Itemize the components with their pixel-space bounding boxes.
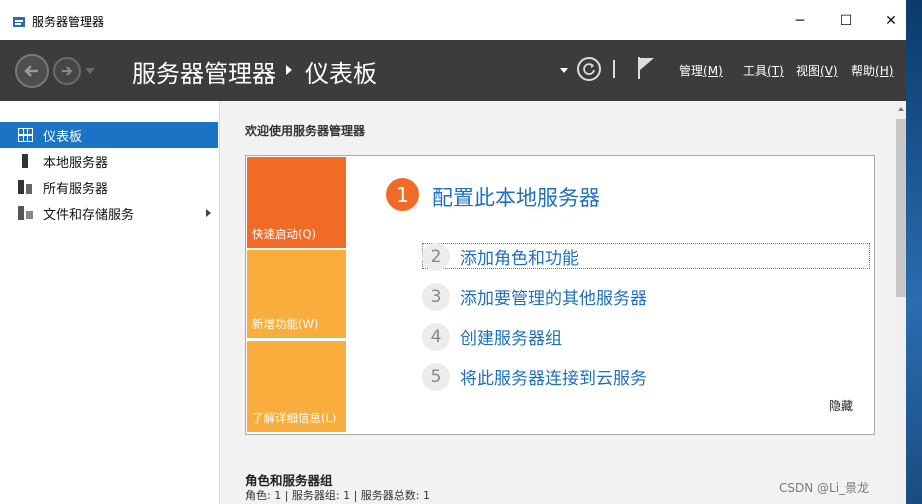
dashboard-content: 欢迎使用服务器管理器 快速启动(Q) 新增功能(W) 了解详细信息(L) 1 配… bbox=[220, 101, 896, 504]
step-number-badge: 2 bbox=[422, 243, 450, 271]
sidebar-item-file-storage[interactable]: 文件和存储服务 bbox=[0, 200, 218, 226]
close-button[interactable]: ✕ bbox=[876, 8, 906, 34]
maximize-icon: ☐ bbox=[839, 13, 853, 29]
hide-link[interactable]: 隐藏 bbox=[829, 397, 853, 414]
step-number-badge: 1 bbox=[386, 178, 419, 211]
scroll-up-icon[interactable] bbox=[898, 107, 904, 111]
refresh-dropdown-icon[interactable] bbox=[560, 68, 568, 73]
header-divider bbox=[613, 60, 615, 78]
forward-button[interactable] bbox=[53, 57, 81, 85]
step-link[interactable]: 创建服务器组 bbox=[460, 324, 562, 349]
back-button[interactable] bbox=[15, 54, 49, 88]
refresh-icon bbox=[583, 63, 595, 75]
step-number-badge: 4 bbox=[422, 323, 450, 351]
server-manager-app-icon bbox=[13, 17, 25, 27]
maximize-button[interactable]: ☐ bbox=[831, 8, 861, 34]
tile-quick-start[interactable]: 快速启动(Q) bbox=[247, 157, 346, 248]
sidebar-item-label: 所有服务器 bbox=[43, 181, 109, 197]
menu-tools[interactable]: 工具(T) bbox=[743, 62, 784, 79]
sidebar-item-dashboard[interactable]: 仪表板 bbox=[0, 122, 218, 148]
storage-icon bbox=[18, 206, 33, 220]
welcome-title: 欢迎使用服务器管理器 bbox=[245, 124, 366, 138]
server-icon bbox=[22, 154, 28, 168]
menu-help[interactable]: 帮助(H) bbox=[851, 62, 893, 79]
server-manager-window: 服务器管理器 ─ ☐ ✕ 服务器管理器 仪表板 管理(M) 工具(T) 视图(V… bbox=[0, 0, 906, 504]
desktop-background bbox=[906, 0, 922, 504]
step-link[interactable]: 将此服务器连接到云服务 bbox=[460, 364, 647, 389]
sidebar-item-all-servers[interactable]: 所有服务器 bbox=[0, 174, 218, 200]
servers-icon bbox=[18, 180, 32, 194]
expand-arrow-icon[interactable] bbox=[206, 209, 211, 217]
tile-label: 了解详细信息(L) bbox=[252, 411, 337, 425]
title-bar: 服务器管理器 ─ ☐ ✕ bbox=[0, 0, 906, 40]
close-icon: ✕ bbox=[885, 13, 897, 29]
tile-learn-more[interactable]: 了解详细信息(L) bbox=[247, 341, 346, 432]
breadcrumb-root[interactable]: 服务器管理器 bbox=[132, 54, 276, 89]
step-link[interactable]: 添加要管理的其他服务器 bbox=[460, 284, 647, 309]
history-dropdown-icon[interactable] bbox=[85, 68, 95, 74]
step-number-badge: 5 bbox=[422, 363, 450, 391]
watermark: CSDN @Li_景龙 bbox=[779, 481, 870, 495]
navigation-sidebar: 仪表板 本地服务器 所有服务器 文件和存储服务 bbox=[0, 101, 220, 504]
tile-label: 新增功能(W) bbox=[252, 317, 319, 331]
flag-icon[interactable] bbox=[636, 56, 656, 80]
breadcrumb-separator-icon bbox=[286, 65, 292, 75]
breadcrumb-current: 仪表板 bbox=[305, 60, 377, 88]
forward-arrow-icon bbox=[62, 66, 73, 76]
roles-summary: 角色: 1 | 服务器组: 1 | 服务器总数: 1 bbox=[245, 489, 431, 502]
vertical-scrollbar[interactable] bbox=[896, 101, 906, 504]
minimize-icon: ─ bbox=[795, 13, 805, 29]
step-link[interactable]: 添加角色和功能 bbox=[460, 244, 579, 269]
configure-local-server-link[interactable]: 配置此本地服务器 bbox=[432, 182, 600, 212]
sidebar-item-label: 文件和存储服务 bbox=[43, 207, 135, 223]
back-arrow-icon bbox=[24, 65, 38, 77]
tile-whats-new[interactable]: 新增功能(W) bbox=[247, 250, 346, 338]
sidebar-item-label: 仪表板 bbox=[43, 129, 83, 145]
sidebar-item-label: 本地服务器 bbox=[43, 155, 109, 171]
scroll-thumb[interactable] bbox=[896, 119, 906, 297]
app-header: 服务器管理器 仪表板 管理(M) 工具(T) 视图(V) 帮助(H) bbox=[0, 40, 906, 101]
minimize-button[interactable]: ─ bbox=[785, 8, 815, 34]
window-title: 服务器管理器 bbox=[32, 15, 105, 29]
quick-start-panel: 快速启动(Q) 新增功能(W) 了解详细信息(L) 1 配置此本地服务器 2 添… bbox=[245, 155, 875, 435]
sidebar-item-local-server[interactable]: 本地服务器 bbox=[0, 148, 218, 174]
menu-view[interactable]: 视图(V) bbox=[796, 62, 838, 79]
tile-label: 快速启动(Q) bbox=[252, 227, 317, 241]
step-number-badge: 3 bbox=[422, 283, 450, 311]
menu-manage[interactable]: 管理(M) bbox=[679, 62, 723, 79]
dashboard-grid-icon bbox=[18, 128, 33, 142]
refresh-button[interactable] bbox=[577, 57, 601, 81]
